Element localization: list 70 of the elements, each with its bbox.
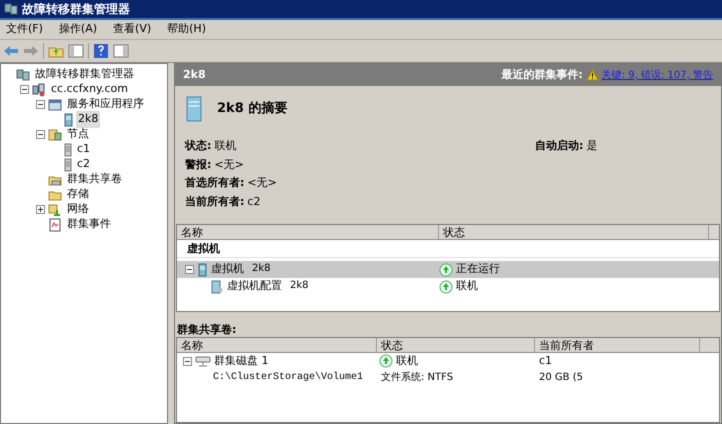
menu-item[interactable]: 帮助(H) (167, 21, 206, 38)
cluster-manager-icon (16, 68, 30, 82)
services-icon (48, 98, 62, 112)
status-text: 联机 (456, 278, 478, 294)
tree-item[interactable]: c2 (75, 156, 92, 173)
disk-name[interactable]: 群集磁盘 1 (214, 352, 268, 370)
tree-item[interactable]: 群集事件 (65, 216, 113, 233)
column-header[interactable]: 状态 (377, 338, 535, 352)
tree-item[interactable]: 群集共享卷 (65, 171, 124, 188)
tree-item[interactable]: 故障转移群集管理器 (33, 66, 136, 83)
event-log-icon (48, 218, 62, 232)
field-value: c2 (247, 194, 260, 210)
filesystem-text: 文件系统: NTFS (380, 370, 454, 384)
panel-icon[interactable] (113, 43, 129, 59)
summary-title: 2k8 的摘要 (217, 100, 288, 118)
tree-item[interactable]: c1 (75, 141, 92, 158)
collapse-icon[interactable] (185, 265, 194, 274)
menu-item[interactable]: 操作(A) (58, 21, 98, 38)
tree-item[interactable]: 服务和应用程序 (65, 96, 146, 113)
resource-name: 虚拟机配置 2k8 (227, 278, 309, 294)
help-icon[interactable] (93, 43, 109, 59)
status-text: 联机 (396, 352, 418, 369)
field-value: <无> (214, 156, 244, 172)
status-text: 正在运行 (456, 261, 500, 278)
section-title: 群集共享卷: (176, 322, 238, 337)
header-title: 2k8 (183, 66, 206, 83)
field-label: 自动启动: (535, 138, 584, 154)
resource-name: 虚拟机 2k8 (211, 261, 271, 278)
menu-item[interactable]: 文件(F) (6, 21, 43, 38)
collapse-icon[interactable] (36, 130, 45, 139)
field-label: 状态: (185, 138, 212, 154)
cluster-manager-icon (4, 2, 18, 16)
events-label: 最近的群集事件: (501, 66, 583, 83)
column-header[interactable]: 当前所有者 (535, 338, 700, 352)
group-title: 虚拟机 (177, 240, 719, 258)
disk-icon (195, 355, 211, 367)
tree-item[interactable]: 存储 (65, 186, 91, 203)
nodes-icon (48, 128, 62, 142)
table-row[interactable]: 虚拟机配置 2k8 联机 (177, 278, 719, 295)
server-icon (198, 262, 207, 276)
tree-item[interactable]: cc.ccfxny.com (49, 81, 130, 98)
panel-icon[interactable] (68, 43, 84, 59)
config-icon (211, 280, 223, 294)
field-value: 联机 (214, 138, 236, 154)
tree-item[interactable]: 节点 (65, 126, 91, 143)
column-header[interactable]: 状态 (439, 225, 709, 239)
cluster-icon (32, 82, 46, 96)
size-text: 20 GB (5 (538, 370, 583, 384)
window-title: 故障转移群集管理器 (22, 1, 130, 18)
expand-icon[interactable] (36, 205, 45, 214)
field-value: <无> (247, 175, 277, 191)
menu-item[interactable]: 查看(V) (113, 21, 152, 38)
column-header[interactable]: 名称 (177, 338, 377, 352)
volume-path: C:\ClusterStorage\Volume1 (212, 370, 364, 384)
server-icon (185, 95, 203, 123)
column-header[interactable]: 名称 (177, 225, 439, 239)
warning-icon (586, 69, 599, 81)
field-label: 警报: (185, 156, 212, 172)
collapse-icon[interactable] (183, 356, 192, 366)
owner-text: c1 (538, 352, 552, 369)
field-label: 首选所有者: (185, 175, 244, 191)
field-label: 当前所有者: (185, 194, 244, 210)
network-icon (48, 202, 62, 216)
tree-item[interactable]: 2k8 (76, 111, 100, 128)
field-value: 是 (586, 138, 598, 154)
collapse-icon[interactable] (20, 85, 29, 94)
collapse-icon[interactable] (36, 100, 45, 109)
server-icon (64, 112, 73, 126)
tree-item[interactable]: 网络 (65, 201, 91, 218)
table-row[interactable]: 虚拟机 2k8 正在运行 (177, 261, 719, 278)
